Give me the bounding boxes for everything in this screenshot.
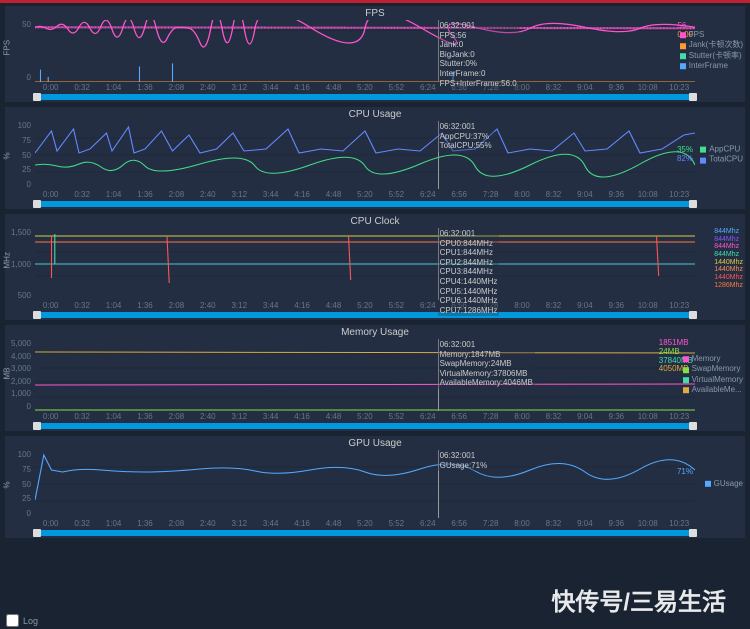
endvals-clock: 844Mhz844Mhz844Mhz844Mhz1440Mhz1440Mhz14… [714,228,743,290]
panel-clock: CPU Clock MHz 1,5001,000500 06:32:001CPU… [4,213,746,321]
watermark: 快传号/三易生活 [551,582,726,617]
cursor-line [438,121,439,189]
legend-fps: FPS Jank(卡顿次数) Stutter(卡顿率) InterFrame [680,30,743,72]
panel-fps: FPS FPS 500 06:32:001FPS:56Jank:0BigJank… [4,5,746,103]
xaxis-mem: 0:000:321:041:362:082:403:123:444:164:48… [5,411,745,422]
xaxis-cpu: 0:000:321:041:362:082:403:123:444:164:48… [5,189,745,200]
scrub-gpu[interactable] [35,530,695,536]
ylabel-fps: FPS [3,40,12,56]
panel-title-fps: FPS [5,6,745,20]
ylabel-cpu: % [3,152,12,159]
plot-fps[interactable]: 06:32:001FPS:56Jank:0BigJank:0Stutter:0%… [35,20,695,82]
legend-cpu: AppCPU TotalCPU [700,145,743,166]
scrub-clock[interactable] [35,312,695,318]
panel-mem: Memory Usage MB 5,0004,0003,0002,0001,00… [4,324,746,432]
plot-mem[interactable]: 06:32:001Memory:1847MBSwapMemory:24MBVir… [35,339,695,411]
scrub-cpu[interactable] [35,201,695,207]
cursor-line [438,450,439,518]
ylabel-clock: MHz [3,252,12,268]
ylabel-mem: MB [3,368,12,380]
cursor-line [438,228,439,300]
endvals-gpu: 71% [677,468,693,477]
log-checkbox[interactable] [6,614,19,627]
legend-gpu: GUsage [705,479,743,489]
xaxis-fps: 0:000:321:041:362:082:403:123:444:164:48… [5,82,745,93]
panel-title-clock: CPU Clock [5,214,745,228]
panel-gpu: GPU Usage % 1007550250 06:32:001GUsage:7… [4,435,746,539]
cursor-line [438,339,439,411]
cursor-line [438,20,439,82]
legend-mem: Memory SwapMemory VirtualMemory Availabl… [683,354,743,396]
scrub-mem[interactable] [35,423,695,429]
panel-cpu: CPU Usage % 1007550250 06:32:001AppCPU:3… [4,106,746,210]
endvals-cpu: 35% 82% [677,146,693,164]
panel-title-mem: Memory Usage [5,325,745,339]
ylabel-gpu: % [3,481,12,488]
plot-cpu[interactable]: 06:32:001AppCPU:37%TotalCPU:55% [35,121,695,189]
log-label: Log [23,616,38,626]
panels-container: FPS FPS 500 06:32:001FPS:56Jank:0BigJank… [0,3,750,539]
panel-title-cpu: CPU Usage [5,107,745,121]
scrub-fps[interactable] [35,94,695,100]
plot-clock[interactable]: 06:32:001CPU0:844MHzCPU1:844MHzCPU2:844M… [35,228,695,300]
footer: Log [6,614,38,627]
xaxis-clock: 0:000:321:041:362:082:403:123:444:164:48… [5,300,745,311]
panel-title-gpu: GPU Usage [5,436,745,450]
xaxis-gpu: 0:000:321:041:362:082:403:123:444:164:48… [5,518,745,529]
plot-gpu[interactable]: 06:32:001GUsage:71% [35,450,695,518]
